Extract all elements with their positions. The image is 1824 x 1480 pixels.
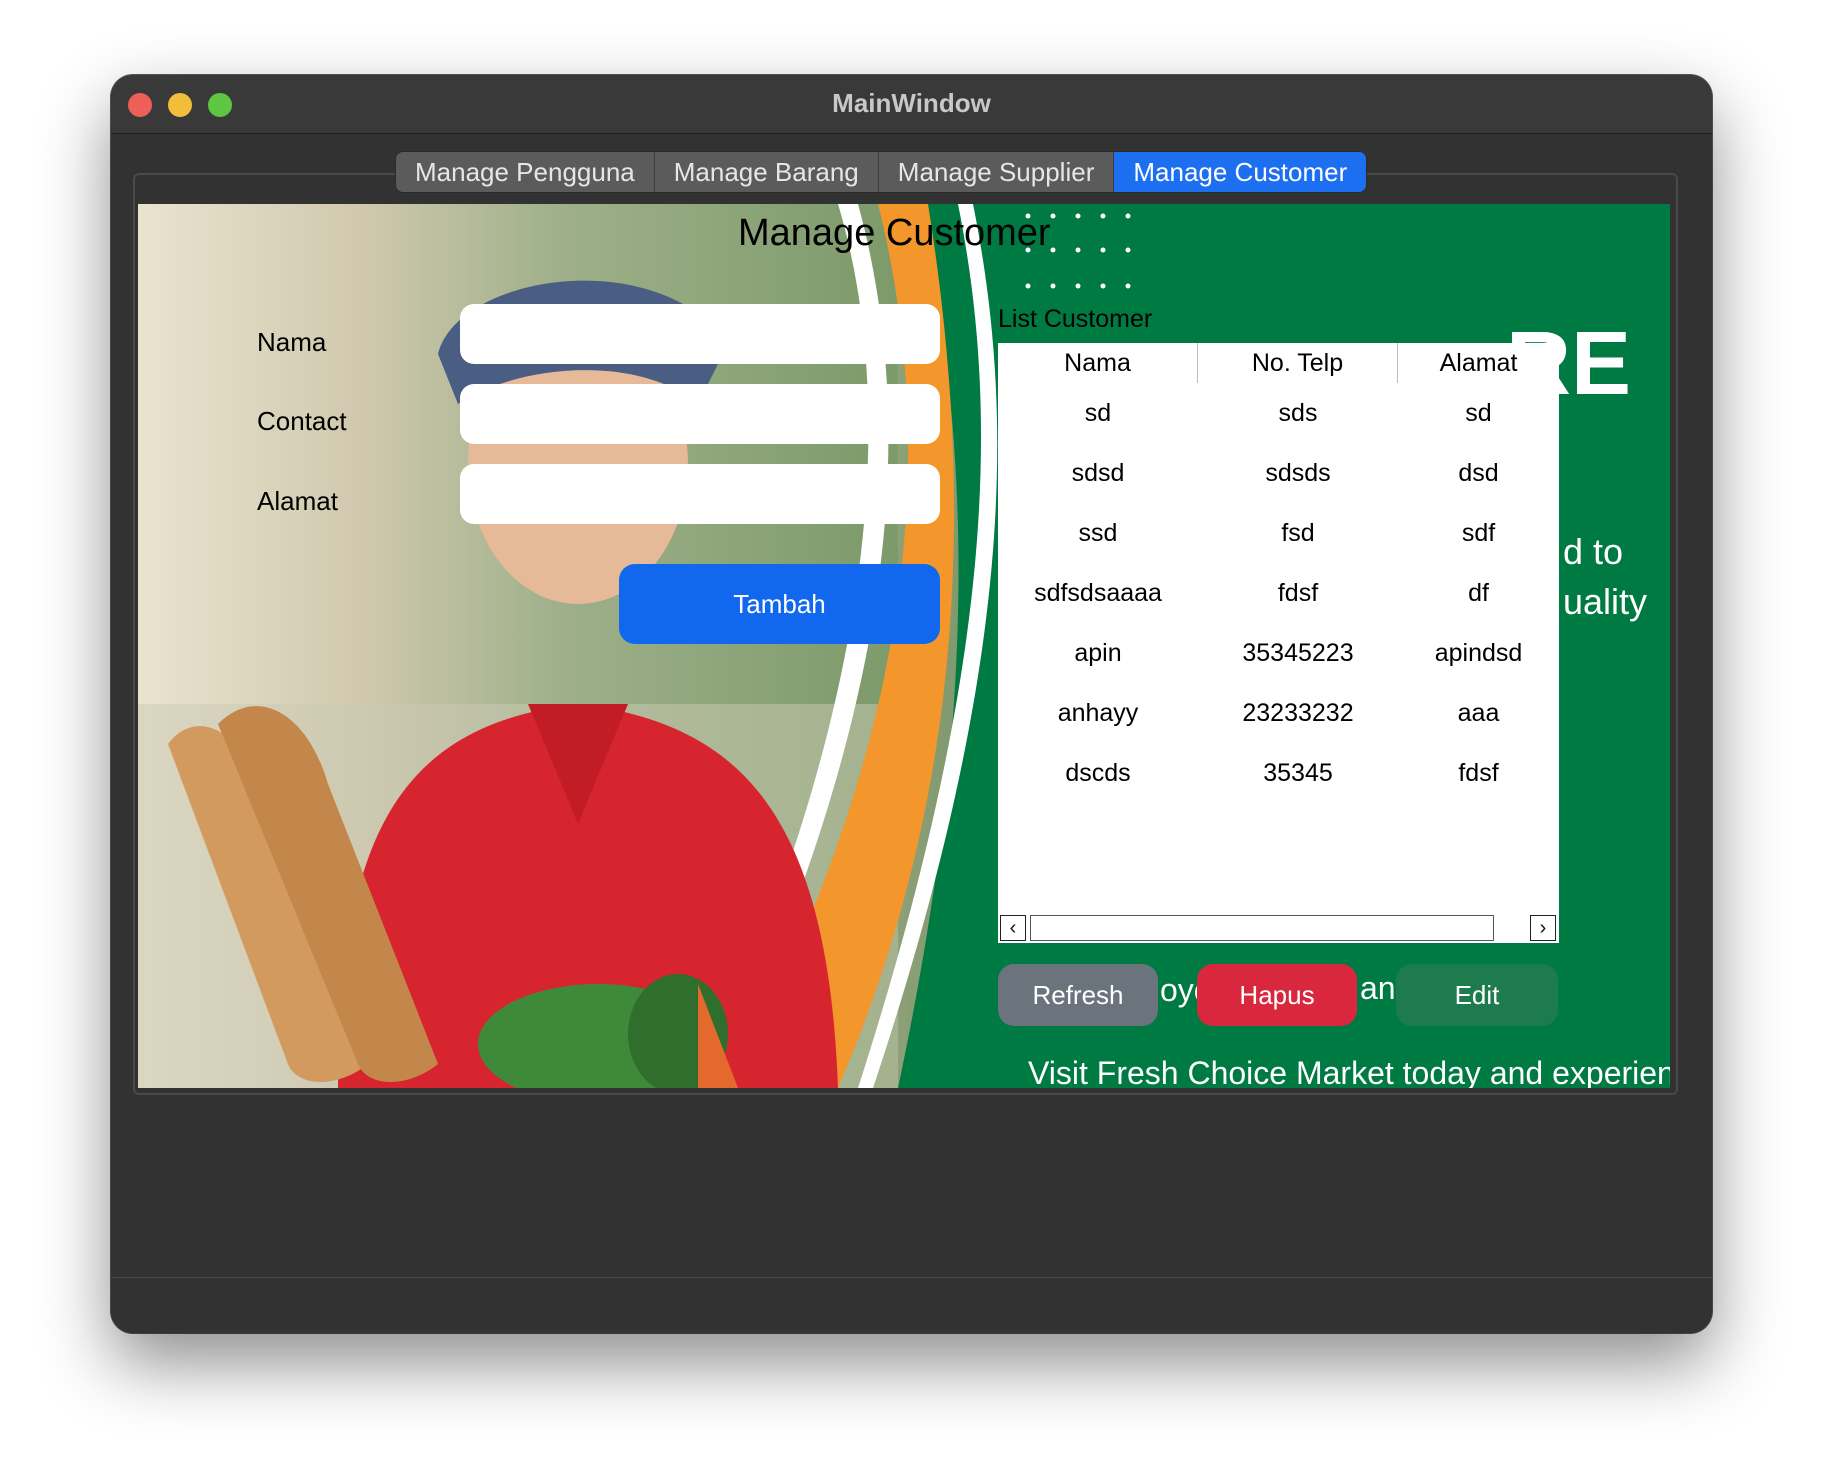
tab-manage-supplier[interactable]: Manage Supplier [879, 152, 1115, 192]
table-cell[interactable]: sdsds [1198, 443, 1398, 503]
refresh-button[interactable]: Refresh [998, 964, 1158, 1026]
column-header-nama[interactable]: Nama [998, 343, 1198, 383]
table-cell[interactable]: df [1398, 563, 1559, 623]
table-cell[interactable]: ssd [998, 503, 1198, 563]
table-cell[interactable]: 23233232 [1198, 683, 1398, 743]
table-row[interactable]: dscds 35345 fdsf [998, 743, 1559, 803]
table-row[interactable]: sdfsdsaaaa fdsf df [998, 563, 1559, 623]
table-row[interactable]: sdsd sdsds dsd [998, 443, 1559, 503]
scrollbar-track[interactable] [1030, 915, 1494, 941]
alamat-input[interactable] [460, 464, 940, 524]
tab-manage-barang[interactable]: Manage Barang [655, 152, 879, 192]
table-cell[interactable]: sd [998, 383, 1198, 443]
table-cell[interactable]: 35345223 [1198, 623, 1398, 683]
table-cell[interactable]: sd [1398, 383, 1559, 443]
table-cell[interactable]: fsd [1198, 503, 1398, 563]
nama-label: Nama [257, 327, 327, 357]
table-cell[interactable]: dscds [998, 743, 1198, 803]
customer-table[interactable]: Nama No. Telp Alamat sd sds sd sdsd sdsd… [998, 343, 1559, 943]
table-cell[interactable]: aaa [1398, 683, 1559, 743]
main-window: MainWindow RE d to uality oyc anc Visit … [111, 75, 1712, 1333]
table-row[interactable]: ssd fsd sdf [998, 503, 1559, 563]
table-cell[interactable]: dsd [1398, 443, 1559, 503]
scroll-right-icon[interactable]: › [1530, 915, 1556, 941]
table-row[interactable]: apin 35345223 apindsd [998, 623, 1559, 683]
table-cell[interactable]: sdsd [998, 443, 1198, 503]
tab-manage-customer[interactable]: Manage Customer [1114, 152, 1367, 192]
table-cell[interactable]: sdfsdsaaaa [998, 563, 1198, 623]
table-cell[interactable]: 35345 [1198, 743, 1398, 803]
table-cell[interactable]: anhayy [998, 683, 1198, 743]
manage-customer-page: RE d to uality oyc anc Visit Fresh Choic… [138, 204, 1670, 1088]
column-header-alamat[interactable]: Alamat [1398, 343, 1559, 383]
alamat-label: Alamat [257, 486, 338, 516]
table-cell[interactable]: fdsf [1198, 563, 1398, 623]
table-cell[interactable]: sdf [1398, 503, 1559, 563]
scroll-left-icon[interactable]: ‹ [1000, 915, 1026, 941]
tab-manage-pengguna[interactable]: Manage Pengguna [396, 152, 655, 192]
table-cell[interactable]: apindsd [1398, 623, 1559, 683]
table-cell[interactable]: fdsf [1398, 743, 1559, 803]
hapus-button[interactable]: Hapus [1197, 964, 1357, 1026]
table-header: Nama No. Telp Alamat [998, 343, 1559, 383]
nama-input[interactable] [460, 304, 940, 364]
table-row[interactable]: anhayy 23233232 aaa [998, 683, 1559, 743]
banner-text-quality: uality [1563, 581, 1647, 622]
page-heading: Manage Customer [738, 212, 1051, 254]
banner-text-visit: Visit Fresh Choice Market today and expe… [1028, 1055, 1670, 1088]
tambah-button[interactable]: Tambah [619, 564, 940, 644]
column-header-no-telp[interactable]: No. Telp [1198, 343, 1398, 383]
contact-input[interactable] [460, 384, 940, 444]
contact-label: Contact [257, 406, 347, 436]
tab-bar: Manage Pengguna Manage Barang Manage Sup… [396, 152, 1367, 192]
table-cell[interactable]: apin [998, 623, 1198, 683]
table-row[interactable]: sd sds sd [998, 383, 1559, 443]
window-title: MainWindow [832, 88, 991, 118]
horizontal-scrollbar[interactable]: ‹ › [998, 913, 1559, 943]
title-bar: MainWindow [111, 75, 1712, 134]
table-cell[interactable]: sds [1198, 383, 1398, 443]
status-bar [111, 1277, 1712, 1333]
list-customer-caption: List Customer [998, 305, 1153, 333]
edit-button[interactable]: Edit [1396, 964, 1558, 1026]
banner-text-to: d to [1563, 531, 1623, 572]
